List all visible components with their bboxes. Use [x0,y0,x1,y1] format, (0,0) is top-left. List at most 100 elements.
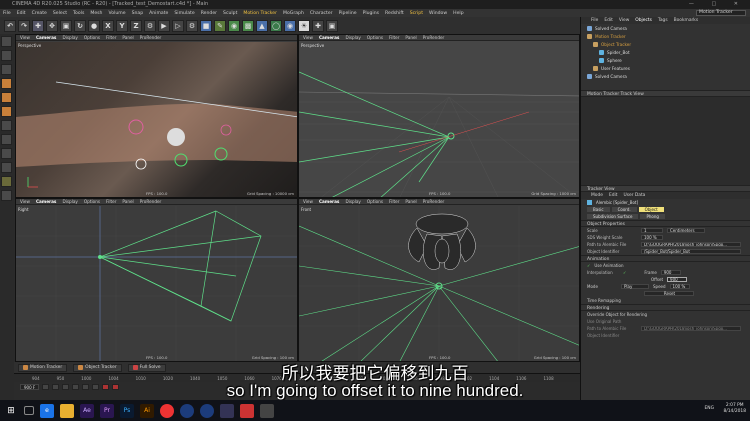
reset-button[interactable]: Reset [643,291,694,296]
viewport-menu-options[interactable]: Options [84,35,100,40]
z-axis-button[interactable]: Z [130,19,142,32]
coord-system-icon[interactable]: ⚙ [144,19,156,32]
file-explorer-icon[interactable] [60,403,74,418]
object-menu-objects[interactable]: Objects [635,18,652,23]
object-list-item[interactable]: Motion Tracker [581,32,750,40]
attr-tab-basic[interactable]: Basic [587,207,610,212]
object-menu-edit[interactable]: Edit [604,18,613,23]
viewport-menu-cameras[interactable]: Cameras [36,35,57,40]
attr-menu-user-data[interactable]: User Data [623,193,645,198]
layout-dropdown[interactable]: Motion Tracker [696,10,746,16]
viewport-menu-display[interactable]: Display [62,199,77,204]
viewport-menu-options[interactable]: Options [367,35,383,40]
menu-item-simulate[interactable]: Simulate [174,11,194,16]
viewport-menu-prorender[interactable]: ProRender [140,199,162,204]
workplane-mode-icon[interactable] [1,64,12,75]
object-list-item[interactable]: Solved Camera [581,24,750,32]
time-remap-row[interactable]: Time Remapping [581,297,750,304]
viewport-menu-panel[interactable]: Panel [122,199,133,204]
use-animation-row[interactable]: ✓ Use Animation [581,262,750,269]
workplane-icon[interactable]: ▣ [326,19,338,32]
menu-item-redshift[interactable]: Redshift [385,11,404,16]
attr-tab-coord[interactable]: Coord. [611,207,637,212]
attr-tab-object[interactable]: Object [638,207,664,212]
viewport-menu-options[interactable]: Options [84,199,100,204]
y-axis-button[interactable]: Y [116,19,128,32]
scale-field[interactable]: 1 [641,228,663,233]
object-list-item[interactable]: User Features [581,64,750,72]
app-icon[interactable] [220,403,234,418]
viewport-menu-view[interactable]: View [303,35,313,40]
viewport-menu-cameras[interactable]: Cameras [319,35,340,40]
subdivision-icon[interactable]: ◉ [228,19,240,32]
cube-icon[interactable]: ■ [200,19,212,32]
camera-icon[interactable]: ◉ [284,19,296,32]
object-menu-tags[interactable]: Tags [658,18,668,23]
menu-item-mesh[interactable]: Mesh [90,11,102,16]
task-view-icon[interactable] [24,406,34,415]
menu-item-plugins[interactable]: Plugins [363,11,379,16]
snap-icon[interactable]: ✚ [312,19,324,32]
x-axis-button[interactable]: X [102,19,114,32]
override-row[interactable]: Override Object for Rendering [581,311,750,318]
menu-item-edit[interactable]: Edit [17,11,26,16]
sds-weight-field[interactable]: 100 % [641,235,663,240]
attr-tab-subdivision-surface[interactable]: Subdivision Surface [587,214,639,219]
menu-item-window[interactable]: Window [429,11,447,16]
window-controls[interactable]: — □ ✕ [689,0,746,9]
identifier-field[interactable]: /Spider_Bot/Spider_Bot [641,249,741,254]
object-menu-bookmarks[interactable]: Bookmarks [674,18,699,23]
premiere-icon[interactable]: Pr [100,403,114,418]
terminal-icon[interactable] [260,403,274,418]
viewport-top-right[interactable]: View Cameras Display Options Filter Panel ProR… [298,34,580,198]
media-icon[interactable] [240,403,254,418]
use-original-row[interactable]: Use Original Path [581,318,750,325]
grid-icon[interactable] [1,190,12,201]
windows-start-icon[interactable]: ⊞ [4,404,18,418]
viewport-menu-prorender[interactable]: ProRender [140,35,162,40]
redo-icon[interactable]: ↷ [18,19,30,32]
viewport-top-left[interactable]: View Cameras Display Options Filter Panel ProR… [15,34,298,198]
object-list-item[interactable]: Object Tracker [581,40,750,48]
texture-mode-icon[interactable] [1,50,12,61]
viewport-menu-view[interactable]: View [20,35,30,40]
viewport-menu-display[interactable]: Display [345,199,360,204]
move-icon[interactable]: ✥ [46,19,58,32]
photoshop-icon[interactable]: Ps [120,403,134,418]
viewport-bottom-right[interactable]: View Cameras Display Options Filter Panel ProR… [298,198,580,362]
object-menu-view[interactable]: View [619,18,629,23]
object-menu-file[interactable]: File [591,18,598,23]
viewport-menu-filter[interactable]: Filter [389,35,399,40]
solo-icon[interactable] [1,162,12,173]
edges-mode-icon[interactable] [1,92,12,103]
speed-field[interactable]: 100 % [669,284,690,289]
polygons-mode-icon[interactable] [1,106,12,117]
illustrator-icon[interactable]: Ai [140,403,154,418]
enable-axis-icon[interactable] [1,120,12,131]
attr-menu-mode[interactable]: Mode [591,193,603,198]
light-icon[interactable]: ☀ [298,19,310,32]
viewport-menu-panel[interactable]: Panel [405,35,416,40]
viewport-menu-filter[interactable]: Filter [106,35,116,40]
recent-tools-icon[interactable]: ● [88,19,100,32]
system-clock[interactable]: 2:07 PM 8/14/2018 [723,403,746,415]
deformer-icon[interactable]: ▲ [256,19,268,32]
object-list-item[interactable]: Spider_Bot [581,48,750,56]
attr-menu-edit[interactable]: Edit [609,193,618,198]
attr-tab-phong[interactable]: Phong [640,214,665,219]
menu-item-select[interactable]: Select [53,11,67,16]
viewport-menu-panel[interactable]: Panel [405,199,416,204]
viewport-menu-filter[interactable]: Filter [106,199,116,204]
render-view-icon[interactable]: ▶ [158,19,170,32]
track-view-area[interactable] [581,97,750,185]
offset-field[interactable]: 900 [667,277,688,282]
viewport-menu-view[interactable]: View [303,199,313,204]
menu-item-sculpt[interactable]: Sculpt [223,11,237,16]
use-animation-checkbox[interactable]: ✓ [587,263,590,268]
menu-item-animate[interactable]: Animate [149,11,168,16]
object-list-item[interactable]: Solved Camera [581,72,750,80]
menu-item-pipeline[interactable]: Pipeline [339,11,357,16]
menu-item-tools[interactable]: Tools [73,11,84,16]
tweak-mode-icon[interactable] [1,134,12,145]
mode-dropdown[interactable]: Play [621,284,649,289]
